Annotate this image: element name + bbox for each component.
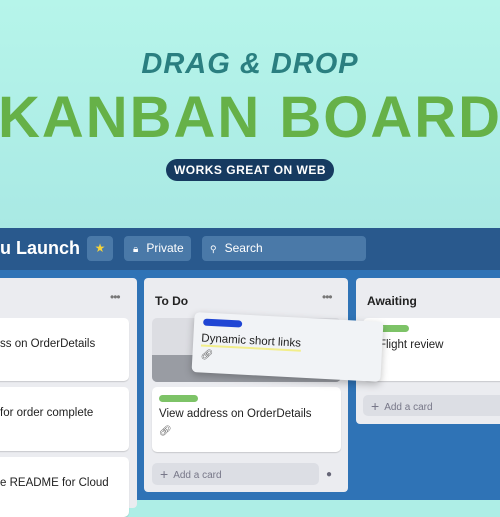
visibility-button[interactable]: 🔒︎ Private [124, 236, 191, 261]
link-icon: 🔗︎ [200, 349, 214, 362]
column-title: Awaiting [367, 294, 417, 308]
board-name[interactable]: u Launch [0, 238, 80, 259]
card[interactable]: for order complete [0, 387, 129, 451]
card[interactable]: View address on OrderDetails 🔗︎ [152, 387, 341, 452]
column-todo: To Do ••• View address on OrderDetails 🔗… [144, 278, 348, 492]
card-label [203, 318, 243, 328]
column-menu-icon[interactable]: ••• [322, 290, 333, 304]
card-title: View address on OrderDetails [159, 408, 312, 420]
column-title: To Do [155, 294, 189, 308]
add-card-label: Add a card [384, 402, 433, 413]
card-label [159, 395, 198, 402]
search-placeholder: Search [224, 241, 263, 255]
add-card-button[interactable]: + Add a card [152, 463, 319, 485]
card[interactable]: e README for Cloud [0, 457, 129, 517]
hero-badge: WORKS GREAT ON WEB [166, 159, 334, 181]
star-button[interactable]: ★ [87, 236, 113, 261]
hero-title: KANBAN BOARD [0, 85, 500, 150]
kanban-board: u Launch ★ 🔒︎ Private ⚲ Search ••• ss on O… [0, 228, 500, 517]
card-title: ss on OrderDetails [0, 338, 96, 350]
search-icon: ⚲ [210, 244, 217, 254]
board-header: u Launch ★ 🔒︎ Private ⚲ Search [0, 228, 500, 270]
add-card-label: Add a card [173, 470, 222, 481]
card-title: for order complete [0, 407, 94, 419]
hero-banner: DRAG & DROP KANBAN BOARD WORKS GREAT ON … [0, 0, 500, 228]
card[interactable]: ss on OrderDetails [0, 318, 129, 381]
add-card-button[interactable]: + Add a card [363, 395, 500, 416]
lock-icon: 🔒︎ [133, 244, 139, 255]
card-title: e README for Cloud [0, 477, 109, 489]
hero-subtitle: DRAG & DROP [141, 48, 359, 80]
link-icon: 🔗︎ [159, 426, 172, 437]
column-menu-icon[interactable]: ••• [110, 290, 121, 304]
card-title: Dynamic short links [200, 332, 302, 352]
card[interactable]: stFlight review [363, 318, 500, 381]
star-icon: ★ [94, 241, 106, 255]
dragging-card[interactable]: Dynamic short links 🔗︎ [191, 312, 384, 382]
search-input[interactable]: ⚲ Search [202, 236, 366, 261]
visibility-label: Private [146, 241, 184, 255]
column-1: ••• ss on OrderDetails for order complet… [0, 278, 137, 517]
template-tag-icon[interactable]: ● [326, 469, 332, 480]
